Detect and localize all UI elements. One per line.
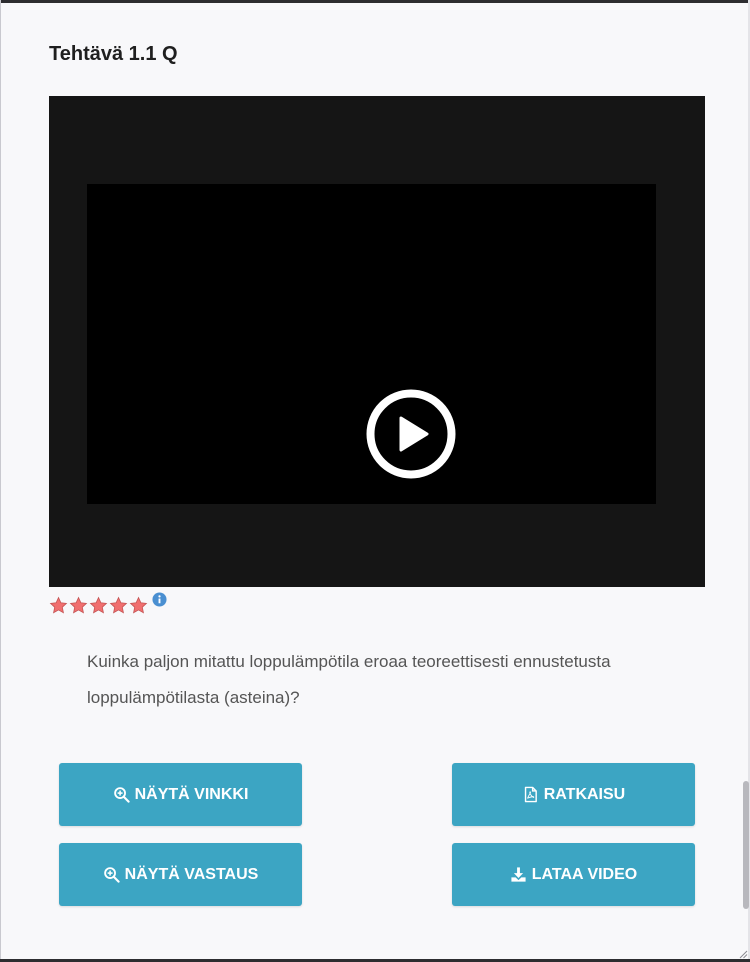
star-icon[interactable] (89, 596, 108, 615)
exercise-title: Tehtävä 1.1 Q (49, 43, 178, 65)
zoom-in-icon (103, 867, 120, 883)
window-top-border (0, 0, 750, 3)
download-video-button[interactable]: LATAA VIDEO (452, 843, 695, 906)
star-rating[interactable] (49, 592, 167, 620)
show-answer-button[interactable]: NÄYTÄ VASTAUS (59, 843, 302, 906)
play-button[interactable] (366, 389, 456, 479)
video-screen[interactable] (87, 184, 656, 504)
star-icon[interactable] (109, 596, 128, 615)
star-icon[interactable] (49, 596, 68, 615)
download-icon (511, 867, 526, 882)
solution-label: RATKAISU (543, 785, 626, 803)
show-answer-label: NÄYTÄ VASTAUS (124, 865, 259, 883)
show-hint-button[interactable]: NÄYTÄ VINKKI (59, 763, 302, 826)
solution-button[interactable]: RATKAISU (452, 763, 695, 826)
window-left-border (0, 0, 1, 962)
zoom-in-icon (113, 787, 130, 803)
star-icon[interactable] (69, 596, 88, 615)
show-hint-label: NÄYTÄ VINKKI (134, 785, 249, 803)
scrollbar-thumb[interactable] (743, 781, 749, 909)
resize-grip-icon[interactable] (738, 949, 748, 959)
question-text: Kuinka paljon mitattu loppulämpötila ero… (87, 652, 611, 707)
info-icon[interactable] (152, 592, 167, 607)
pdf-file-icon (524, 786, 537, 803)
video-player[interactable] (49, 96, 705, 587)
play-circle-icon (366, 389, 456, 479)
star-icon[interactable] (129, 596, 148, 615)
download-video-label: LATAA VIDEO (531, 865, 638, 883)
